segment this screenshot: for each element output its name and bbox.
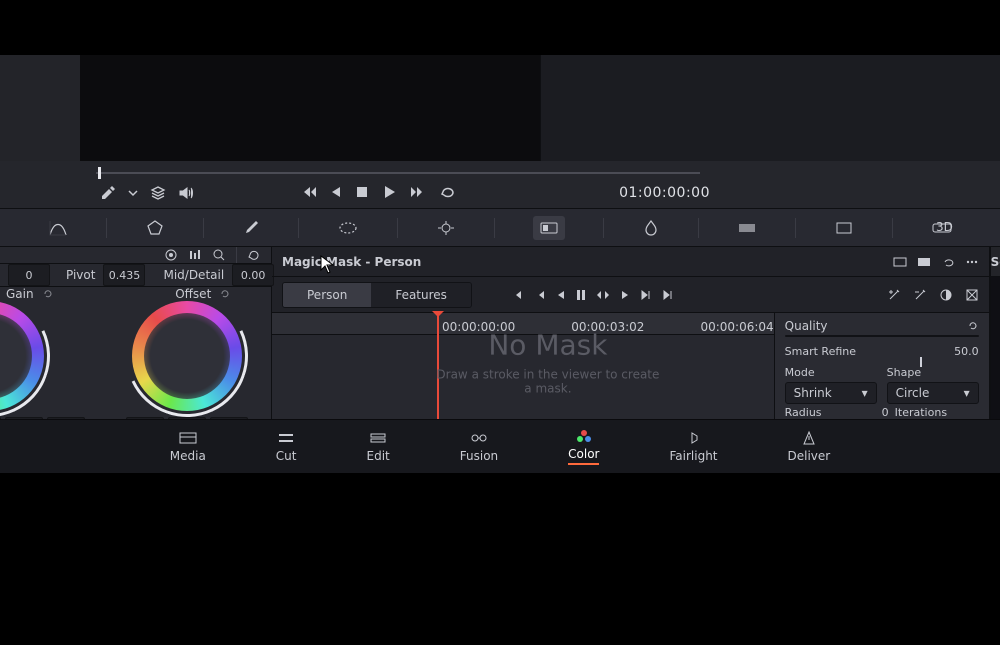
play-icon[interactable] (382, 185, 396, 199)
eyedropper-icon[interactable] (100, 185, 116, 201)
reset-icon[interactable] (247, 248, 261, 262)
offset-wheel[interactable] (132, 301, 242, 411)
smartrefine-value[interactable]: 50.0 (941, 345, 979, 358)
viewer-scrubber[interactable] (96, 167, 700, 179)
target-icon[interactable] (164, 248, 178, 262)
more-icon[interactable] (965, 256, 979, 268)
shape-dropdown[interactable]: Circle▾ (887, 382, 979, 404)
tab-features[interactable]: Features (371, 283, 471, 307)
quality-segmented[interactable]: Faster Better (785, 335, 979, 337)
overlay2-icon[interactable] (965, 288, 979, 302)
quality-label: Quality (785, 319, 828, 333)
reset-quality-icon[interactable] (967, 320, 979, 332)
page-nav: Media Cut Edit Fusion Color Fairlight De… (0, 419, 1000, 473)
speaker-icon[interactable] (178, 185, 194, 201)
viewer-frame[interactable] (80, 55, 540, 161)
key-icon[interactable] (737, 221, 757, 235)
tracker-icon[interactable] (436, 219, 456, 237)
loop-icon[interactable] (440, 185, 456, 199)
pivot-field[interactable]: 0.435 (103, 264, 145, 286)
left-number-field[interactable]: 0 (8, 264, 50, 286)
track-stepback-icon[interactable] (556, 289, 566, 301)
scopes-title: Scopes (991, 247, 1000, 277)
pivot-label: Pivot (66, 268, 95, 282)
first-frame-icon[interactable] (300, 185, 316, 199)
chevron-down-icon[interactable] (128, 188, 138, 198)
page-cut[interactable]: Cut (276, 430, 297, 463)
smartrefine-label: Smart Refine (785, 345, 941, 358)
last-frame-icon[interactable] (410, 185, 426, 199)
prev-frame-icon[interactable] (330, 185, 342, 199)
gain-wheel[interactable] (0, 301, 44, 411)
blur-icon[interactable] (642, 219, 660, 237)
mask-properties: Quality Faster Better Smart Refine50.0 M… (775, 313, 989, 419)
track-pause-icon[interactable] (576, 289, 586, 301)
page-color[interactable]: Color (568, 428, 599, 465)
page-fairlight[interactable]: Fairlight (669, 430, 717, 463)
radius-label: Radius (785, 406, 853, 419)
middetail-field[interactable]: 0.00 (232, 264, 274, 286)
middetail-label: Mid/Detail (163, 268, 224, 282)
overlay-icon[interactable] (917, 256, 931, 268)
window-icon[interactable] (337, 220, 359, 236)
page-media[interactable]: Media (170, 430, 206, 463)
panel-title: Magic Mask - Person (282, 255, 421, 269)
page-deliver[interactable]: Deliver (788, 430, 831, 463)
layers-icon[interactable] (150, 185, 166, 201)
nomask-title: No Mask (435, 328, 661, 361)
mode-label: Mode (785, 366, 877, 379)
invert-icon[interactable] (939, 288, 953, 302)
mask-mode-segmented[interactable]: Person Features (282, 282, 472, 308)
wand-minus-icon[interactable] (913, 288, 927, 302)
palette-strip: 3D (0, 209, 1000, 247)
track-stepfwd-icon[interactable] (620, 289, 630, 301)
search-icon[interactable] (212, 248, 226, 262)
viewer-timecode: 01:00:00:00 (619, 185, 710, 201)
radius-value[interactable]: 0 (859, 406, 889, 419)
mask-timeline[interactable]: 00:00:00:00 00:00:03:02 00:00:06:04 No M… (272, 313, 775, 419)
track-next-icon[interactable] (640, 289, 652, 301)
tab-person[interactable]: Person (283, 283, 371, 307)
mode-dropdown[interactable]: Shrink▾ (785, 382, 877, 404)
chevron-down-icon: ▾ (862, 386, 868, 400)
quality-faster[interactable]: Faster (786, 336, 882, 337)
sizing-icon[interactable] (834, 220, 854, 236)
shape-label: Shape (887, 366, 979, 379)
chevron-down-icon: ▾ (964, 386, 970, 400)
nomask-subtitle: Draw a stroke in the viewer to create a … (435, 367, 661, 395)
reset-gain-icon[interactable] (42, 288, 54, 300)
color-wheels-panel: 0 Pivot 0.435 Mid/Detail 0.00 Gain Offse… (0, 247, 272, 419)
warper-icon[interactable] (145, 219, 165, 237)
bars-icon[interactable] (188, 248, 202, 262)
track-last-icon[interactable] (662, 289, 674, 301)
wand-plus-icon[interactable] (887, 288, 901, 302)
iter-label: Iterations (895, 406, 963, 419)
page-fusion[interactable]: Fusion (460, 430, 498, 463)
scopes-panel: Scopes 100 90 80 70 60 50 40 30 20 (990, 247, 1000, 419)
track-first-icon[interactable] (512, 289, 524, 301)
track-both-icon[interactable] (596, 289, 610, 301)
curves-icon[interactable] (48, 219, 68, 237)
track-prev-icon[interactable] (534, 289, 546, 301)
magic-mask-panel: Magic Mask - Person Person Features (272, 247, 990, 419)
quality-better[interactable]: Better (882, 336, 978, 337)
stereo3d-icon[interactable]: 3D (931, 221, 953, 235)
magic-mask-icon[interactable] (533, 216, 565, 240)
reset-offset-icon[interactable] (219, 288, 231, 300)
svg-text:3D: 3D (936, 221, 953, 234)
stop-icon[interactable] (356, 186, 368, 198)
onion-icon[interactable] (893, 256, 907, 268)
undo-icon[interactable] (941, 256, 955, 268)
viewer-panel (0, 55, 1000, 161)
page-edit[interactable]: Edit (367, 430, 390, 463)
qualifier-icon[interactable] (242, 219, 260, 237)
